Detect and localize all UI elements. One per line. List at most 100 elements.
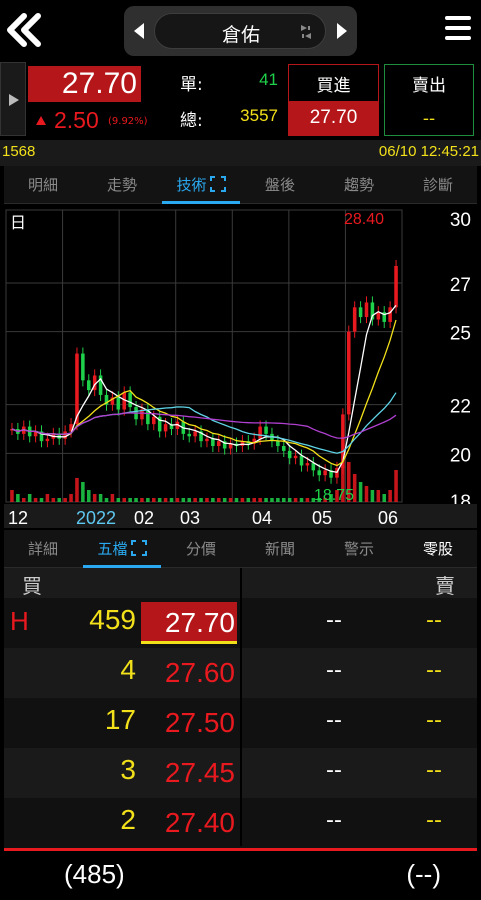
candle-body	[376, 312, 381, 320]
volume-bar	[39, 498, 44, 502]
bid-price[interactable]: 27.45	[141, 752, 237, 794]
tab-after-hours[interactable]: 盤後	[241, 166, 319, 204]
candle-body	[63, 431, 67, 439]
candle-body	[276, 441, 280, 447]
tab-detail[interactable]: 詳細	[4, 530, 82, 568]
ask-price[interactable]: --	[304, 658, 364, 683]
tab-five-levels[interactable]: 五檔	[83, 530, 161, 568]
top-tab-bar: 明細 走勢 技術 盤後 趨勢 診斷	[4, 166, 477, 204]
stock-selector[interactable]: 倉佑	[154, 13, 326, 49]
x-tick-label: 04	[252, 508, 272, 528]
volume-bar	[63, 498, 67, 502]
tab-news[interactable]: 新聞	[241, 530, 319, 568]
high-flag: H	[10, 606, 29, 636]
volume-bar	[376, 490, 381, 502]
volume-bar	[128, 498, 132, 502]
tab-price-distribution[interactable]: 分價	[162, 530, 240, 568]
total-volume-value: 3557	[240, 106, 278, 125]
tab-label: 趨勢	[343, 176, 374, 194]
last-price-box: 27.70	[28, 66, 141, 102]
bid-price[interactable]: 27.60	[141, 652, 237, 694]
tab-momentum[interactable]: 趨勢	[320, 166, 398, 204]
ask-price[interactable]: --	[304, 808, 364, 833]
candle-body	[87, 380, 91, 391]
candle-body	[163, 424, 168, 432]
ask-volume: --	[426, 708, 442, 733]
volume-bar	[51, 498, 56, 502]
buy-button[interactable]: 買進 27.70	[288, 64, 379, 136]
bid-volume: 2	[120, 804, 136, 835]
candle-body	[116, 397, 121, 410]
back-double-chevron-icon[interactable]	[4, 10, 44, 50]
volume-bar	[152, 498, 156, 502]
volume-bar	[146, 498, 150, 502]
candle-body	[193, 431, 197, 437]
volume-bar	[122, 498, 126, 502]
tab-trend[interactable]: 走勢	[83, 166, 161, 204]
sell-header: 賣	[435, 574, 455, 598]
sell-button[interactable]: 賣出 --	[384, 64, 474, 136]
candle-body	[394, 265, 398, 308]
candle-body	[217, 441, 221, 447]
candle-body	[152, 416, 156, 425]
volume-bar	[358, 482, 363, 502]
volume-bar	[305, 498, 310, 502]
buy-price: 27.70	[289, 101, 378, 135]
y-tick-label: 25	[450, 324, 471, 345]
x-tick-label: 03	[180, 508, 200, 528]
bid-price[interactable]: 27.70	[141, 602, 237, 644]
x-tick-label: 12	[8, 508, 28, 528]
tab-label: 盤後	[264, 176, 295, 194]
ask-price[interactable]: --	[304, 708, 364, 733]
volume-bar	[276, 498, 280, 502]
sell-price: --	[422, 109, 436, 129]
up-triangle-icon	[36, 116, 46, 125]
volume-bar	[287, 498, 292, 502]
expand-arrow-icon	[9, 94, 19, 106]
bid-volume: 4	[120, 654, 136, 685]
candle-body	[299, 455, 304, 466]
tab-diagnosis[interactable]: 診斷	[399, 166, 477, 204]
volume-bar	[234, 498, 239, 502]
volume-bar	[388, 490, 392, 502]
tab-alerts[interactable]: 警示	[320, 530, 398, 568]
candle-body	[287, 450, 292, 459]
bid-price[interactable]: 27.40	[141, 802, 237, 844]
low-price-label: 18.75	[314, 487, 354, 504]
buy-header: 買	[22, 574, 42, 598]
quote-datetime: 06/10 12:45:21	[378, 143, 479, 160]
technical-chart[interactable]: 30 27 25 22 20 18 28.40 18.75 日 12 2022 02 03 04 05 06	[4, 206, 477, 530]
change-percent: (9.92%)	[108, 116, 148, 127]
hamburger-menu-icon[interactable]	[445, 16, 471, 44]
x-tick-label: 2022	[76, 508, 116, 528]
y-tick-label: 30	[450, 210, 471, 231]
next-arrow-icon[interactable]	[330, 20, 352, 42]
volume-bar	[193, 498, 197, 502]
total-ask: (--)	[406, 859, 441, 889]
candlestick-chart[interactable]: 30272522201828.4018.75日12 2022 02 03 04 05 06	[4, 206, 477, 530]
tab-technical[interactable]: 技術	[162, 166, 240, 204]
prev-arrow-icon[interactable]	[129, 20, 151, 42]
ask-price[interactable]: --	[304, 758, 364, 783]
volume-bar	[187, 498, 191, 502]
volume-bar	[75, 478, 79, 502]
switch-icon[interactable]	[299, 24, 313, 40]
tab-label: 詳細	[27, 540, 58, 558]
bid-price[interactable]: 27.50	[141, 702, 237, 744]
volume-bar	[10, 490, 14, 502]
ma20-line	[11, 392, 397, 454]
tab-details[interactable]: 明細	[4, 166, 82, 204]
tab-label: 警示	[343, 540, 374, 558]
volume-bar	[382, 494, 386, 502]
volume-bar	[264, 498, 268, 502]
volume-bar	[69, 494, 73, 502]
ask-price[interactable]: --	[304, 608, 364, 633]
ask-volume: --	[426, 658, 442, 683]
volume-bar	[104, 498, 109, 502]
volume-bar	[57, 498, 61, 502]
expand-tab[interactable]	[0, 62, 26, 136]
ask-volume: --	[426, 758, 442, 783]
candle-body	[211, 438, 215, 447]
volume-bar	[282, 498, 286, 502]
tab-odd-lot[interactable]: 零股	[399, 530, 477, 568]
